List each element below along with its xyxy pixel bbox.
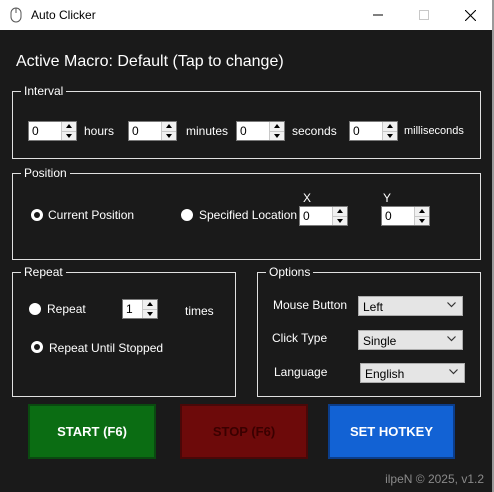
minutes-stepper[interactable]: 0 (128, 121, 177, 141)
y-coordinate-stepper[interactable]: 0 (381, 206, 430, 226)
milliseconds-up-button[interactable] (383, 122, 397, 131)
maximize-button[interactable] (401, 0, 447, 30)
seconds-stepper[interactable]: 0 (236, 121, 285, 141)
repeat-until-stopped-radio[interactable] (31, 341, 43, 353)
mouse-button-select[interactable]: Left (358, 296, 463, 316)
set-hotkey-button[interactable]: SET HOTKEY (328, 404, 455, 459)
specified-location-radio[interactable] (181, 209, 193, 221)
interval-title: Interval (21, 84, 67, 98)
arrow-down-icon (419, 218, 425, 223)
click-type-label: Click Type (272, 331, 328, 345)
x-down-button[interactable] (333, 215, 347, 225)
milliseconds-down-button[interactable] (383, 130, 397, 140)
arrow-up-icon (337, 209, 343, 214)
position-title: Position (21, 166, 70, 180)
options-title: Options (266, 265, 314, 279)
arrow-down-icon (66, 133, 72, 138)
specified-location-label[interactable]: Specified Location (199, 208, 297, 222)
milliseconds-value[interactable]: 0 (350, 122, 382, 140)
mouse-button-value: Left (363, 300, 384, 314)
click-type-select[interactable]: Single (358, 330, 463, 350)
footer-credit: ilpeN © 2025, v1.2 (385, 472, 484, 486)
repeat-group: Repeat (12, 265, 236, 397)
close-button[interactable] (447, 0, 493, 30)
y-value[interactable]: 0 (382, 207, 414, 225)
seconds-up-button[interactable] (270, 122, 284, 131)
seconds-label: seconds (292, 124, 337, 138)
x-coordinate-stepper[interactable]: 0 (299, 206, 348, 226)
times-up-button[interactable] (143, 300, 157, 309)
arrow-down-icon (387, 133, 393, 138)
chevron-down-icon (449, 369, 458, 375)
repeat-title: Repeat (21, 265, 66, 279)
repeat-times-stepper[interactable]: 1 (122, 299, 158, 319)
seconds-value[interactable]: 0 (237, 122, 269, 140)
hours-value[interactable]: 0 (29, 122, 61, 140)
start-button[interactable]: START (F6) (28, 404, 156, 459)
active-macro-label[interactable]: Active Macro: Default (Tap to change) (16, 53, 284, 71)
minutes-up-button[interactable] (162, 122, 176, 131)
close-icon (464, 9, 476, 21)
language-select[interactable]: English (360, 363, 465, 383)
minutes-value[interactable]: 0 (129, 122, 161, 140)
milliseconds-stepper[interactable]: 0 (349, 121, 398, 141)
arrow-down-icon (337, 218, 343, 223)
arrow-up-icon (387, 124, 393, 129)
stop-button[interactable]: STOP (F6) (180, 404, 308, 459)
y-label: Y (383, 191, 392, 205)
current-position-radio[interactable] (31, 209, 43, 221)
minimize-button[interactable] (355, 0, 401, 30)
times-down-button[interactable] (143, 308, 157, 318)
hours-up-button[interactable] (62, 122, 76, 131)
minutes-down-button[interactable] (162, 130, 176, 140)
arrow-down-icon (166, 133, 172, 138)
y-up-button[interactable] (415, 207, 429, 216)
arrow-up-icon (419, 209, 425, 214)
repeat-times-value[interactable]: 1 (123, 300, 142, 318)
main-panel: Active Macro: Default (Tap to change) In… (0, 30, 494, 492)
x-up-button[interactable] (333, 207, 347, 216)
seconds-down-button[interactable] (270, 130, 284, 140)
x-label: X (303, 191, 312, 205)
repeat-until-stopped-label[interactable]: Repeat Until Stopped (49, 341, 163, 355)
minimize-icon (373, 14, 383, 16)
arrow-up-icon (147, 302, 153, 307)
chevron-down-icon (447, 336, 456, 342)
click-type-value: Single (363, 334, 397, 348)
language-label: Language (274, 365, 328, 379)
hours-down-button[interactable] (62, 130, 76, 140)
mouse-button-label: Mouse Button (273, 298, 348, 312)
chevron-down-icon (447, 302, 456, 308)
repeat-radio[interactable] (29, 303, 41, 315)
y-down-button[interactable] (415, 215, 429, 225)
mouse-icon (10, 7, 22, 23)
window-title: Auto Clicker (31, 8, 96, 22)
arrow-up-icon (66, 124, 72, 129)
current-position-label[interactable]: Current Position (48, 208, 134, 222)
hours-stepper[interactable]: 0 (28, 121, 77, 141)
times-label: times (185, 304, 214, 318)
arrow-down-icon (147, 311, 153, 316)
x-value[interactable]: 0 (300, 207, 332, 225)
maximize-icon (419, 10, 429, 20)
title-bar: Auto Clicker (0, 0, 494, 30)
repeat-label[interactable]: Repeat (47, 302, 86, 316)
minutes-label: minutes (186, 124, 229, 138)
arrow-down-icon (274, 133, 280, 138)
language-value: English (365, 367, 405, 381)
milliseconds-label: milliseconds (404, 125, 464, 137)
hours-label: hours (84, 124, 115, 138)
arrow-up-icon (166, 124, 172, 129)
arrow-up-icon (274, 124, 280, 129)
